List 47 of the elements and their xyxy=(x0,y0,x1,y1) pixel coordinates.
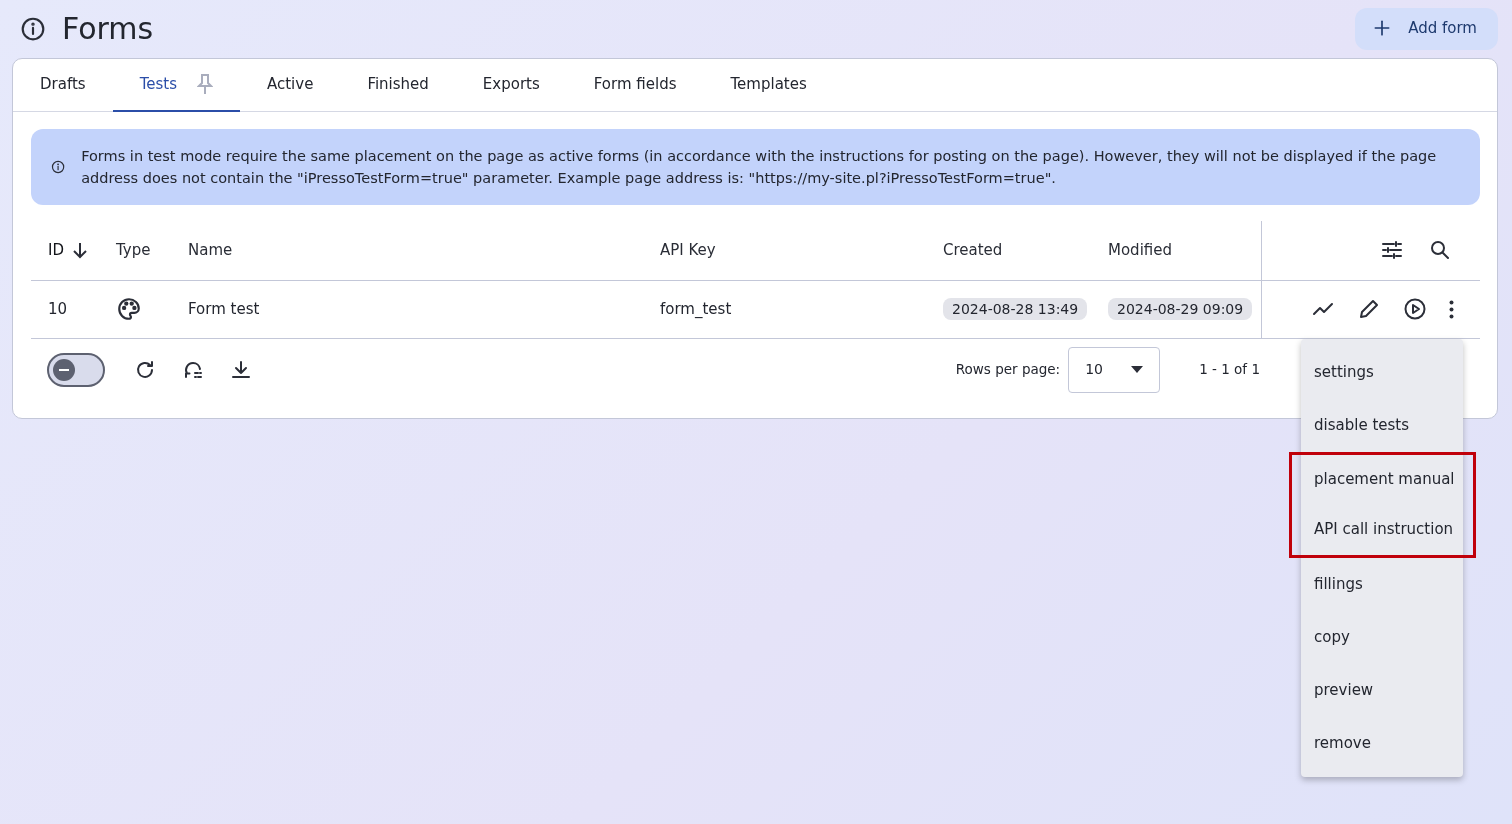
play-button[interactable] xyxy=(1403,297,1427,321)
column-header[interactable]: Name xyxy=(188,238,233,262)
play-circle-icon xyxy=(1403,297,1427,321)
toggle-switch[interactable] xyxy=(47,352,105,387)
menu-item[interactable]: preview xyxy=(1301,663,1463,717)
menu-item[interactable]: settings xyxy=(1301,345,1463,399)
table-cell-text: 10 xyxy=(47,298,69,320)
column-header[interactable]: Created xyxy=(943,238,1003,262)
column-header[interactable]: Modified xyxy=(1108,238,1172,262)
pagination-range: 1 - 1 of 1 xyxy=(1199,360,1260,380)
column-header[interactable]: API Key xyxy=(660,238,716,262)
tab[interactable]: Drafts xyxy=(13,58,113,112)
menu-item[interactable]: copy xyxy=(1301,610,1463,664)
more-icon xyxy=(1449,299,1454,319)
page-title: Forms xyxy=(62,10,154,47)
sliders-icon xyxy=(1380,238,1404,262)
menu-item[interactable]: API call instruction xyxy=(1289,504,1476,558)
add-form-button[interactable]: Add form xyxy=(1355,8,1498,50)
sort-down-icon[interactable] xyxy=(72,241,88,259)
more-button[interactable] xyxy=(1449,299,1454,319)
search-button[interactable] xyxy=(1428,238,1452,262)
tab[interactable]: Form fields xyxy=(566,58,704,112)
info-icon xyxy=(20,15,46,42)
column-header[interactable]: ID xyxy=(48,238,64,262)
table-cell-text: form_test xyxy=(659,298,733,320)
filter-button[interactable] xyxy=(1380,238,1404,262)
search-icon xyxy=(1428,238,1452,262)
edit-button[interactable] xyxy=(1357,297,1381,321)
pencil-icon xyxy=(1357,297,1381,321)
tab[interactable]: Templates xyxy=(703,58,834,112)
menu-item[interactable]: placement manual xyxy=(1289,451,1476,505)
menu-item[interactable]: disable tests xyxy=(1301,398,1463,452)
tab[interactable]: Active xyxy=(240,58,341,112)
rows-per-page-label: Rows per page: xyxy=(955,360,1061,380)
menu-item[interactable]: fillings xyxy=(1301,557,1463,611)
tab[interactable]: Finished xyxy=(340,58,456,112)
date-chip: 2024-08-28 13:49 xyxy=(943,297,1088,320)
rows-per-page-select[interactable]: 10 xyxy=(1068,346,1161,393)
info-alert-text: Forms in test mode require the same placement on the page as active forms (in accordance with the instructions for posting on the page). However, they will not be displayed if the page address does not contain the "iPressoTestForm=true" parameter. Example page address is: "https://my-site.pl?iPressoTestForm=true". xyxy=(81,146,1438,188)
tab[interactable]: Exports xyxy=(455,58,567,112)
menu-item[interactable]: remove xyxy=(1301,716,1463,770)
column-header[interactable]: Type xyxy=(116,238,151,262)
date-chip: 2024-08-29 09:09 xyxy=(1108,297,1253,320)
palette-icon xyxy=(116,296,142,322)
tab[interactable]: Tests xyxy=(112,58,240,112)
table-cell-text: Form test xyxy=(187,298,261,320)
caret-icon xyxy=(1131,366,1144,373)
